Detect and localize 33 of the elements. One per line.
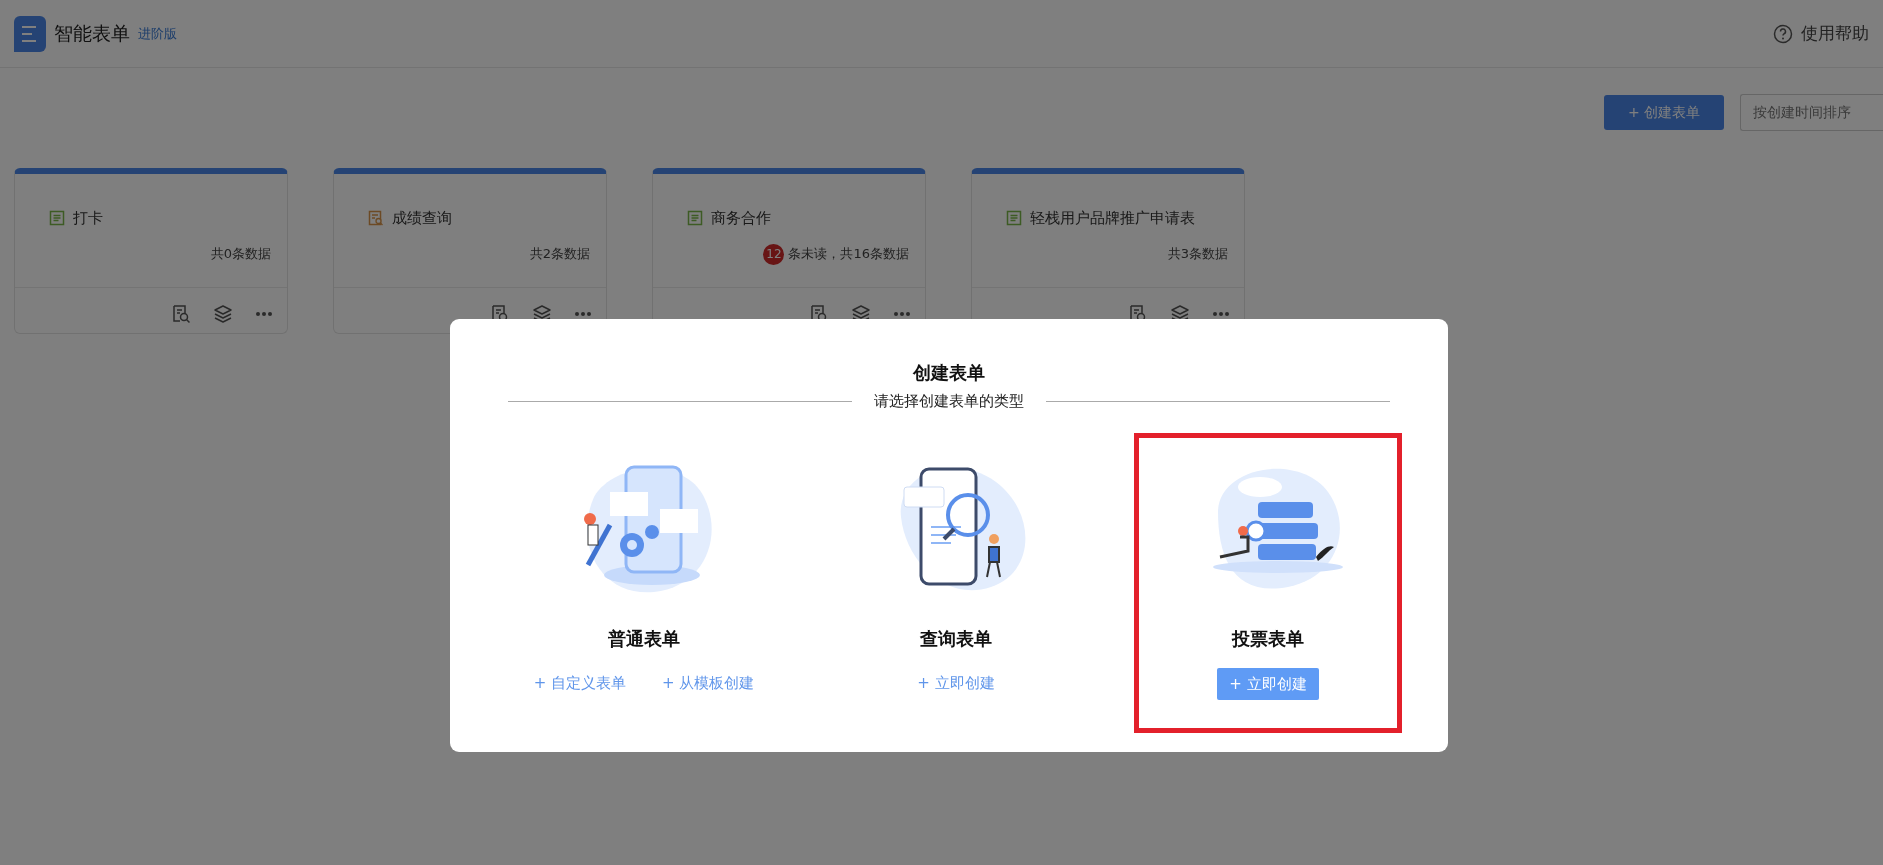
create-link[interactable]: + 立即创建 <box>911 667 1001 698</box>
form-icon <box>49 210 65 227</box>
form-title: 打卡 <box>73 208 103 229</box>
app-title: 智能表单 <box>54 21 130 47</box>
create-link[interactable]: + 自定义表单 <box>527 667 632 698</box>
create-form-button[interactable]: + 创建表单 <box>1604 95 1724 130</box>
record-count: 共0条数据 <box>210 244 271 263</box>
record-count: 共2条数据 <box>529 244 590 263</box>
record-count: 条未读，共16条数据 <box>788 244 909 263</box>
form-title: 成绩查询 <box>392 208 452 229</box>
unread-count: 12 <box>763 243 785 265</box>
form-type-option[interactable]: 投票表单 + 立即创建 <box>1134 432 1402 733</box>
help-link[interactable]: 使用帮助 <box>1801 20 1869 47</box>
edition-label: 进阶版 <box>138 24 177 43</box>
form-card[interactable]: 成绩查询 共2条数据 <box>333 168 607 334</box>
form-type-title: 查询表单 <box>920 626 992 651</box>
modal-subtitle: 请选择创建表单的类型 <box>873 391 1025 412</box>
form-icon <box>1006 210 1022 227</box>
form-title: 商务合作 <box>711 208 771 229</box>
form-icon <box>687 210 703 227</box>
create-link[interactable]: + 从模板创建 <box>656 667 761 698</box>
create-now-button[interactable]: + 立即创建 <box>1217 667 1319 700</box>
query-form-icon <box>368 210 384 227</box>
form-type-title: 普通表单 <box>608 626 680 651</box>
record-count: 共3条数据 <box>1167 244 1228 263</box>
form-type-title: 投票表单 <box>1232 626 1304 651</box>
logo-icon <box>14 15 46 52</box>
form-type-option[interactable]: 查询表单 + 立即创建 <box>822 432 1090 733</box>
form-type-option[interactable]: 普通表单 + 自定义表单 + 从模板创建 <box>510 432 778 733</box>
help-icon[interactable] <box>1773 23 1793 44</box>
sort-dropdown[interactable]: 按创建时间排序 <box>1740 94 1883 131</box>
form-title: 轻栈用户品牌推广申请表 <box>1030 208 1195 229</box>
modal-title: 创建表单 <box>913 361 985 385</box>
